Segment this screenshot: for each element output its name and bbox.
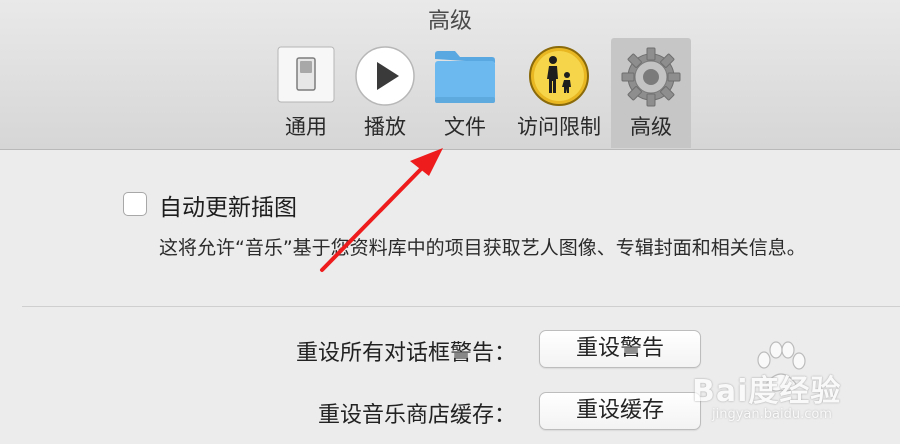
auto-update-artwork-label[interactable]: 自动更新插图 [159,188,297,222]
reset-store-cache-label: 重设音乐商店缓存： [317,403,516,428]
tab-playback-label: 播放 [364,115,406,139]
tab-general-label: 通用 [285,115,327,139]
tab-files[interactable]: 文件 [428,38,502,148]
watermark-url: jingyan.baidu.com [712,407,832,422]
reset-warnings-label: 重设所有对话框警告： [295,341,516,366]
tab-general[interactable]: 通用 [270,38,342,148]
baidu-watermark: Bai度经验 jingyan.baidu.com [692,340,892,440]
auto-update-artwork-description: 这将允许“音乐”基于您资料库中的项目获取艺人图像、专辑封面和相关信息。 [159,237,806,259]
tab-playback[interactable]: 播放 [350,38,420,148]
parental-controls-icon [510,45,608,109]
section-divider [22,306,900,307]
reset-warnings-button[interactable]: 重设警告 [539,330,701,368]
auto-update-artwork-checkbox[interactable] [123,192,147,216]
tab-advanced-label: 高级 [630,115,672,139]
tab-restrictions[interactable]: 访问限制 [510,38,608,148]
play-icon [350,45,420,109]
folder-icon [428,45,502,109]
tab-advanced[interactable]: 高级 [611,38,691,148]
toggle-switch-icon [270,45,342,109]
tab-files-label: 文件 [444,115,486,139]
tab-restrictions-label: 访问限制 [517,115,601,139]
gear-icon [611,45,691,109]
reset-cache-button[interactable]: 重设缓存 [539,392,701,430]
watermark-text: Bai度经验 [692,374,842,409]
preferences-toolbar: 高级 通用 播放 文件 访问限制 高级 [0,0,900,150]
window-title: 高级 [427,9,472,34]
